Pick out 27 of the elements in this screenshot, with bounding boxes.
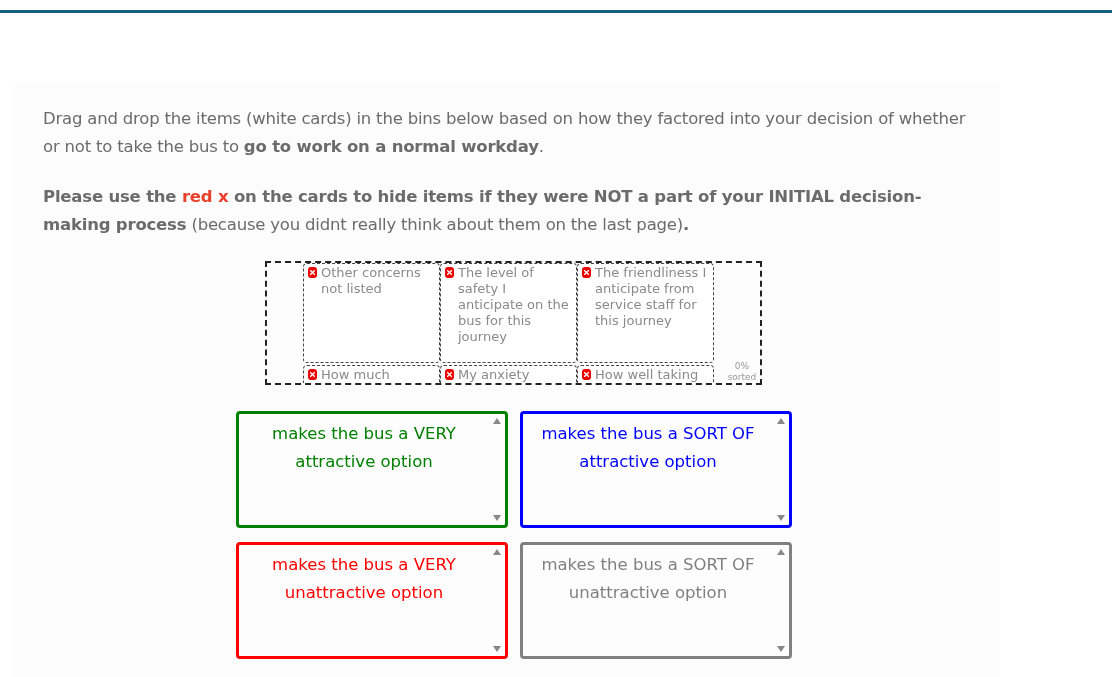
progress-text: 0% sorted	[726, 361, 758, 383]
scroll-up-arrow-icon[interactable]	[777, 549, 785, 555]
close-icon[interactable]	[308, 369, 317, 380]
close-icon[interactable]	[582, 267, 591, 278]
close-icon[interactable]	[582, 369, 591, 380]
scroll-up-arrow-icon[interactable]	[493, 549, 501, 555]
item-card[interactable]: How well taking	[577, 365, 714, 383]
scroll-up-arrow-icon[interactable]	[493, 418, 501, 424]
scroll-up-arrow-icon[interactable]	[777, 418, 785, 424]
scroll-down-arrow-icon[interactable]	[493, 515, 501, 521]
item-card[interactable]: The friendliness I anticipate from service staff for this journey	[577, 263, 714, 363]
drop-bin[interactable]: makes the bus a VERY unattractive option	[236, 542, 508, 659]
instruction-text: Please use the red x on the cards to hide items if they were NOT a part of your INITIAL decision-making process (because you didnt really think about them on the last page).	[43, 186, 923, 236]
item-card[interactable]: How much	[303, 365, 440, 383]
item-card[interactable]: Other concerns not listed	[303, 263, 440, 363]
scroll-down-arrow-icon[interactable]	[493, 646, 501, 652]
item-card[interactable]: My anxiety	[440, 365, 577, 383]
close-icon[interactable]	[445, 267, 454, 278]
drop-bin[interactable]: makes the bus a SORT OF unattractive option	[520, 542, 792, 659]
item-card[interactable]: The level of safety I anticipate on the bus for this journey	[440, 263, 577, 363]
drop-bin[interactable]: makes the bus a SORT OF attractive option	[520, 411, 792, 528]
close-icon[interactable]	[445, 369, 454, 380]
close-icon[interactable]	[308, 267, 317, 278]
scroll-down-arrow-icon[interactable]	[777, 515, 785, 521]
drop-bin[interactable]: makes the bus a VERY attractive option	[236, 411, 508, 528]
instruction-text: Drag and drop the items (white cards) in the bins below based on how they factored into your decision of whether or not to take the bus to go to work on a normal workday.	[43, 108, 967, 158]
scroll-down-arrow-icon[interactable]	[777, 646, 785, 652]
